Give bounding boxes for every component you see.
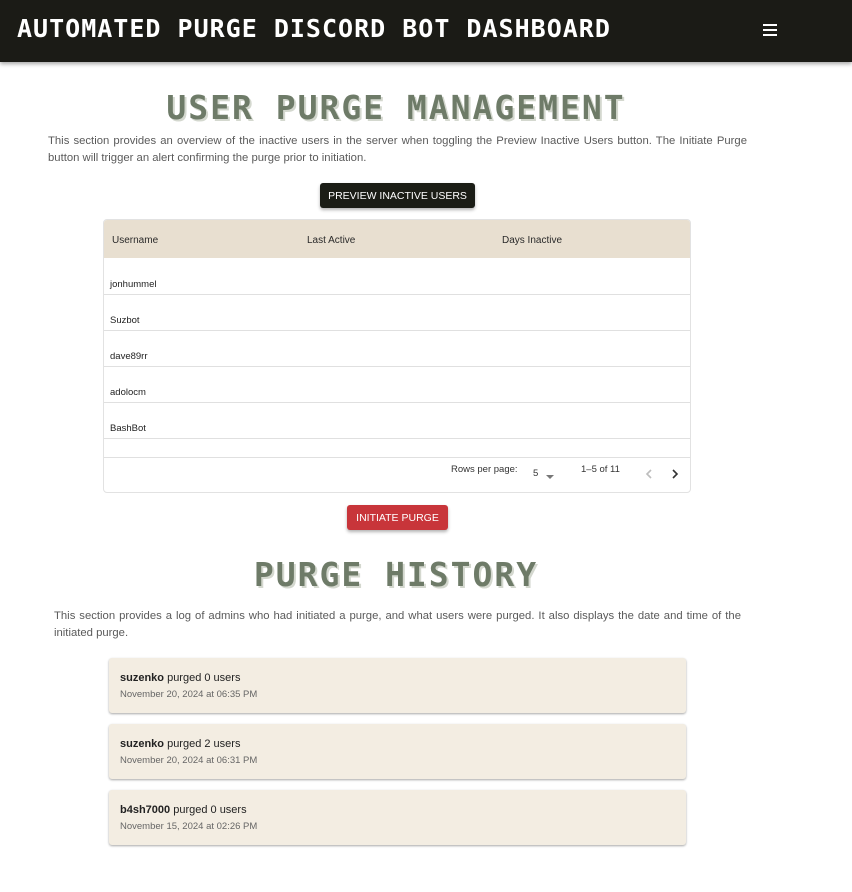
table-row[interactable]: BashBot (104, 403, 690, 439)
purge-action: purged 2 users (164, 738, 241, 750)
table-row[interactable]: Suzbot (104, 295, 690, 331)
column-header-username[interactable]: Username (112, 235, 158, 246)
username-cell: Suzbot (110, 315, 140, 326)
admin-name: b4sh7000 (120, 804, 171, 816)
rows-per-page-select[interactable]: 5 (533, 468, 538, 479)
pagination-range: 1–5 of 11 (581, 464, 620, 475)
username-cell: dave89rr (110, 351, 148, 362)
column-header-last-active[interactable]: Last Active (307, 235, 355, 246)
admin-name: suzenko (120, 672, 165, 684)
preview-inactive-users-button[interactable]: PREVIEW INACTIVE USERS (320, 183, 475, 208)
purge-timestamp: November 20, 2024 at 06:31 PM (120, 755, 258, 766)
table-row[interactable]: jonhummel (104, 259, 690, 295)
top-app-bar: AUTOMATED PURGE DISCORD BOT DASHBOARD (0, 0, 852, 62)
purge-history-entry: suzenko purged 2 users November 20, 2024… (109, 724, 686, 779)
table-pagination: Rows per page: 5 1–5 of 11 (104, 457, 690, 492)
admin-name: suzenko (120, 738, 165, 750)
table-row[interactable]: adolocm (104, 367, 690, 403)
purge-action: purged 0 users (170, 804, 247, 816)
purge-history-entry: suzenko purged 0 users November 20, 2024… (109, 658, 686, 713)
purge-timestamp: November 20, 2024 at 06:35 PM (120, 689, 258, 700)
purge-management-title: USER PURGE MANAGEMENT (166, 88, 626, 127)
table-header: Username Last Active Days Inactive (104, 220, 690, 258)
username-cell: adolocm (110, 387, 146, 398)
hamburger-menu-icon[interactable] (763, 24, 777, 36)
chevron-right-icon[interactable] (667, 466, 683, 482)
purge-action: purged 0 users (164, 672, 241, 684)
app-title: AUTOMATED PURGE DISCORD BOT DASHBOARD (17, 14, 611, 43)
inactive-users-table: Username Last Active Days Inactive jonhu… (103, 219, 691, 493)
purge-history-title: PURGE HISTORY (253, 555, 539, 594)
username-cell: jonhummel (110, 279, 157, 290)
username-cell: BashBot (110, 423, 146, 434)
purge-management-description: This section provides an overview of the… (48, 135, 747, 164)
purge-history-entry: b4sh7000 purged 0 users November 15, 202… (109, 790, 686, 845)
chevron-left-icon[interactable] (641, 466, 657, 482)
initiate-purge-button[interactable]: INITIATE PURGE (347, 505, 448, 530)
column-header-days-inactive[interactable]: Days Inactive (502, 235, 562, 246)
rows-per-page-label: Rows per page: (451, 464, 518, 475)
purge-timestamp: November 15, 2024 at 02:26 PM (120, 821, 258, 832)
dropdown-caret-icon[interactable] (546, 475, 554, 479)
purge-history-description: This section provides a log of admins wh… (54, 610, 741, 639)
table-row[interactable]: dave89rr (104, 331, 690, 367)
